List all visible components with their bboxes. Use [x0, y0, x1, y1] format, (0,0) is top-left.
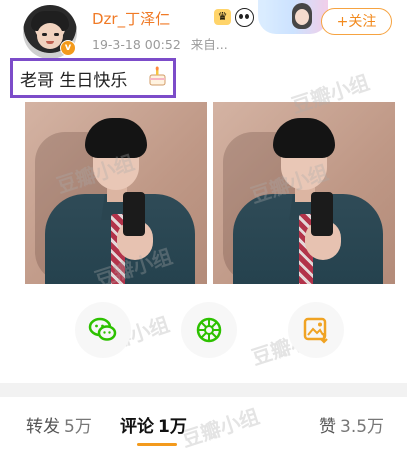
header-decoration: [258, 0, 328, 34]
tab-count: 5万: [64, 417, 92, 437]
moments-icon: [196, 317, 222, 343]
post-image-1[interactable]: 豆瓣小组 豆瓣小组: [25, 102, 207, 284]
tab-likes[interactable]: 赞 3.5万: [319, 412, 384, 437]
tab-label: 评论: [120, 417, 154, 437]
share-wechat-button[interactable]: [75, 302, 131, 358]
tab-comments[interactable]: 评论 1万: [120, 412, 187, 437]
tab-label: 转发: [26, 417, 60, 437]
username[interactable]: Dzr_丁泽仁: [92, 8, 170, 29]
post-image-2[interactable]: 豆瓣小组: [213, 102, 395, 284]
tab-count: 3.5万: [340, 417, 385, 437]
post-meta: 19-3-18 00:52 来自...: [92, 34, 228, 53]
watermark-text: 豆瓣小组: [178, 404, 263, 452]
post-text: 老哥 生日快乐: [20, 71, 128, 91]
member-crown-icon: ♛: [214, 9, 231, 25]
verified-badge-icon: v: [60, 40, 76, 56]
tab-label: 赞: [319, 417, 336, 437]
tab-reposts[interactable]: 转发 5万: [26, 412, 92, 437]
post-source: 来自...: [190, 37, 228, 52]
share-moments-button[interactable]: [181, 302, 237, 358]
wechat-icon: [88, 317, 117, 341]
save-image-icon: [303, 317, 328, 344]
cake-emoji-icon: [149, 66, 166, 86]
active-tab-indicator: [137, 443, 177, 446]
section-divider: [0, 383, 407, 397]
timestamp: 19-3-18 00:52: [92, 37, 181, 52]
panda-icon: [235, 8, 254, 27]
save-image-button[interactable]: [288, 302, 344, 358]
tab-count: 1万: [158, 417, 187, 437]
follow-button[interactable]: +关注: [321, 8, 392, 35]
